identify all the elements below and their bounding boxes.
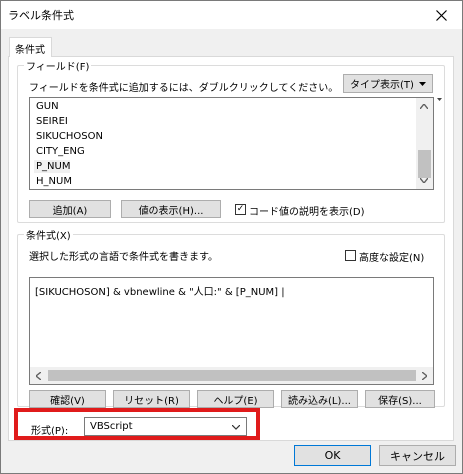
- tab-label: 条件式: [15, 45, 45, 56]
- scroll-left-icon[interactable]: [36, 372, 41, 380]
- cancel-button[interactable]: キャンセル: [379, 445, 456, 466]
- show-code-desc-label[interactable]: コード値の説明を表示(D): [249, 203, 365, 218]
- add-button[interactable]: 追加(A): [29, 200, 111, 218]
- show-values-label: 値の表示(H)...: [138, 205, 204, 217]
- expression-group-legend: 条件式(X): [26, 231, 71, 242]
- list-item[interactable]: CITY_ENG: [36, 145, 85, 158]
- list-item-selected[interactable]: P_NUM: [34, 160, 70, 173]
- field-list-scrollbar[interactable]: [416, 98, 433, 189]
- ok-label: OK: [324, 449, 341, 462]
- close-icon: [435, 9, 447, 21]
- tab-panel: フィールド(F) フィールドを条件式に追加するには、ダブルクリックしてください。…: [8, 56, 454, 441]
- window-title: ラベル条件式: [8, 9, 74, 22]
- scroll-up-icon[interactable]: [420, 104, 428, 109]
- expression-hscroll[interactable]: [30, 367, 433, 384]
- scroll-thumb[interactable]: [418, 150, 431, 178]
- title-bar: ラベル条件式: [0, 0, 463, 30]
- hscroll-thumb[interactable]: [48, 370, 416, 381]
- scroll-down-icon[interactable]: [420, 178, 428, 183]
- load-button[interactable]: 読み込み(L)...: [281, 390, 358, 408]
- field-listbox[interactable]: GUN SEIREI SIKUCHOSON CITY_ENG P_NUM H_N…: [29, 97, 434, 190]
- help-button[interactable]: ヘルプ(E): [197, 390, 274, 408]
- ok-button[interactable]: OK: [294, 445, 371, 466]
- expression-text: [SIKUCHOSON] & vbnewline & "人口:" & [P_NU…: [35, 287, 285, 298]
- list-item[interactable]: GUN: [36, 100, 59, 113]
- cancel-label: キャンセル: [390, 449, 445, 463]
- type-display-label: タイプ表示(T): [350, 80, 414, 91]
- field-group-legend: フィールド(F): [26, 62, 90, 73]
- field-list-dropdown-icon: [437, 98, 442, 101]
- save-button[interactable]: 保存(S)...: [365, 390, 435, 408]
- show-code-desc-checkbox[interactable]: ✓: [235, 204, 246, 215]
- advanced-checkbox[interactable]: [345, 250, 356, 261]
- scroll-right-icon[interactable]: [422, 372, 427, 380]
- list-item[interactable]: SEIREI: [36, 115, 68, 128]
- advanced-label[interactable]: 高度な設定(N): [359, 249, 424, 264]
- close-button[interactable]: [419, 0, 463, 30]
- add-button-label: 追加(A): [52, 205, 88, 217]
- load-label: 読み込み(L)...: [288, 395, 351, 407]
- reset-button[interactable]: リセット(R): [113, 390, 190, 408]
- show-values-button[interactable]: 値の表示(H)...: [121, 200, 221, 218]
- list-item[interactable]: SIKUCHOSON: [36, 130, 103, 143]
- expression-textarea[interactable]: [SIKUCHOSON] & vbnewline & "人口:" & [P_NU…: [29, 277, 434, 385]
- format-highlight: [14, 408, 260, 440]
- checkmark-icon: ✓: [236, 204, 245, 214]
- field-instruction: フィールドを条件式に追加するには、ダブルクリックしてください。: [29, 83, 339, 94]
- save-label: 保存(S)...: [378, 395, 422, 407]
- list-item[interactable]: H_NUM: [36, 175, 72, 188]
- verify-label: 確認(V): [50, 395, 85, 407]
- type-display-button[interactable]: タイプ表示(T): [343, 74, 433, 93]
- verify-button[interactable]: 確認(V): [29, 390, 106, 408]
- expression-instruction: 選択した形式の言語で条件式を書きます。: [29, 252, 218, 263]
- dropdown-arrow-icon: [419, 81, 426, 86]
- help-label: ヘルプ(E): [213, 395, 258, 407]
- reset-label: リセット(R): [124, 395, 179, 407]
- tab-expression[interactable]: 条件式: [9, 37, 52, 57]
